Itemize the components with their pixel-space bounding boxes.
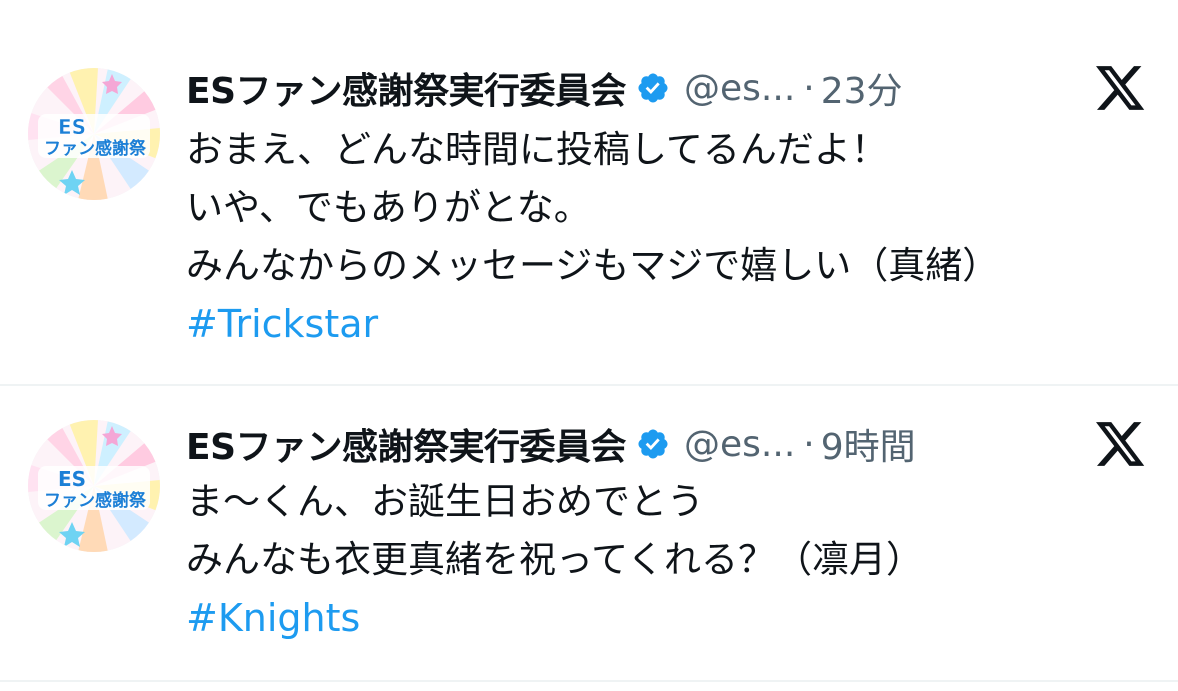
separator: · (803, 423, 815, 465)
tweet-text-line: いや、でもありがとな。 (186, 186, 591, 229)
tweet-feed: ES ファン感謝祭 ESファン感謝祭実行委員会 @es... · 23分 おまえ… (0, 0, 1178, 691)
tweet-text: おまえ、どんな時間に投稿してるんだよ！ いや、でもありがとな。 みんなからのメッ… (186, 121, 1156, 353)
tweet-text-line: みんなからのメッセージもマジで嬉しい（真緒） (186, 244, 1000, 287)
avatar-logo-es: ES (58, 467, 86, 491)
verified-badge-icon (636, 71, 670, 105)
timestamp[interactable]: 9時間 (821, 418, 916, 470)
x-logo-icon[interactable] (1096, 422, 1146, 468)
tweet-card[interactable]: ES ファン感謝祭 ESファン感謝祭実行委員会 @es... · 9時間 ま〜く… (0, 386, 1178, 682)
timestamp[interactable]: 23分 (821, 62, 903, 114)
separator: · (803, 67, 815, 109)
tweet-text-line: おまえ、どんな時間に投稿してるんだよ！ (186, 128, 888, 171)
hashtag-link[interactable]: #Trickstar (186, 295, 378, 353)
account-handle[interactable]: @es... (684, 68, 795, 109)
tweet-text-line: ま〜くん、お誕生日おめでとう (186, 480, 704, 523)
avatar-logo-title: ファン感謝祭 (44, 138, 147, 159)
tweet-card[interactable]: ES ファン感謝祭 ESファン感謝祭実行委員会 @es... · 23分 おまえ… (0, 0, 1178, 385)
hashtag-link[interactable]: #Knights (186, 589, 360, 647)
avatar[interactable]: ES ファン感謝祭 (28, 420, 160, 552)
verified-badge-icon (636, 427, 670, 461)
tweet-text: ま〜くん、お誕生日おめでとう みんなも衣更真緒を祝ってくれる？（凛月） #Kni… (186, 473, 1156, 647)
avatar[interactable]: ES ファン感謝祭 (28, 68, 160, 200)
account-handle[interactable]: @es... (684, 424, 795, 465)
x-logo-icon[interactable] (1096, 66, 1146, 112)
account-name[interactable]: ESファン感謝祭実行委員会 (186, 62, 627, 114)
tweet-header: ESファン感謝祭実行委員会 @es... · 23分 (186, 60, 903, 116)
tweet-header: ESファン感謝祭実行委員会 @es... · 9時間 (186, 416, 916, 472)
avatar-logo-es: ES (58, 115, 86, 139)
divider (0, 680, 1178, 682)
tweet-text-line: みんなも衣更真緒を祝ってくれる？（凛月） (186, 538, 924, 581)
avatar-logo-title: ファン感謝祭 (44, 490, 147, 511)
account-name[interactable]: ESファン感謝祭実行委員会 (186, 418, 627, 470)
